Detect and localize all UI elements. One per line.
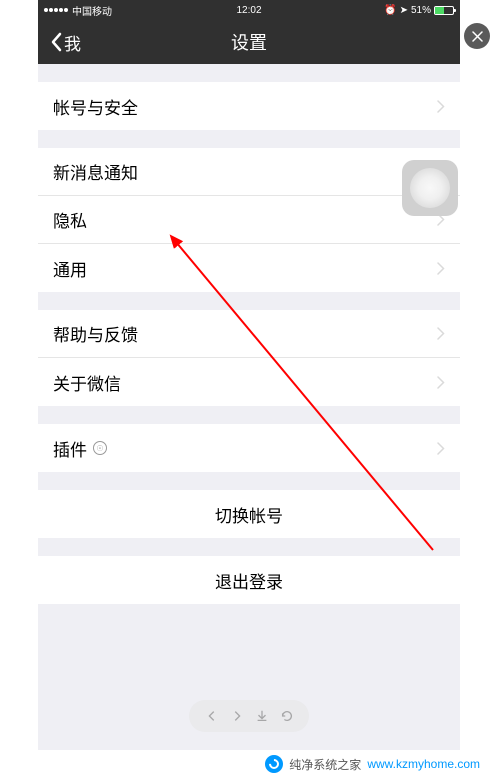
status-bar: 中国移动 12:02 ⏰ ➤ 51% [38, 0, 460, 20]
cell-privacy[interactable]: 隐私 [38, 196, 460, 244]
cell-help-feedback[interactable]: 帮助与反馈 [38, 310, 460, 358]
status-left: 中国移动 [44, 3, 112, 18]
chevron-left-icon [50, 32, 62, 52]
section-plugins: 插件 ☉ [38, 424, 460, 472]
nav-bar: 我 设置 [38, 20, 460, 64]
close-button[interactable] [464, 23, 490, 49]
carrier-label: 中国移动 [72, 3, 112, 18]
bottom-toolbar [189, 700, 309, 732]
cell-label: 插件 [53, 436, 87, 461]
time-label: 12:02 [236, 5, 261, 16]
section-help: 帮助与反馈 关于微信 [38, 310, 460, 406]
watermark-url: www.kzmyhome.com [367, 757, 480, 771]
back-button[interactable]: 我 [50, 30, 81, 55]
cell-switch-account[interactable]: 切换帐号 [38, 490, 460, 538]
cell-about-wechat[interactable]: 关于微信 [38, 358, 460, 406]
status-right: ⏰ ➤ 51% [384, 5, 454, 16]
cell-label: 帐号与安全 [53, 94, 437, 119]
alarm-icon: ⏰ [384, 5, 396, 16]
cell-notifications[interactable]: 新消息通知 [38, 148, 460, 196]
cell-label: 切换帐号 [215, 502, 283, 527]
cell-label: 关于微信 [53, 370, 437, 395]
section-switch: 切换帐号 [38, 490, 460, 538]
chevron-right-icon [437, 262, 445, 275]
section-logout: 退出登录 [38, 556, 460, 604]
chevron-right-icon [437, 100, 445, 113]
signal-icon [44, 8, 68, 12]
chevron-right-icon [437, 442, 445, 455]
cell-plugins[interactable]: 插件 ☉ [38, 424, 460, 472]
content-area: 帐号与安全 新消息通知 隐私 通用 帮助与反馈 [38, 64, 460, 604]
chevron-right-icon [437, 327, 445, 340]
cell-account-security[interactable]: 帐号与安全 [38, 82, 460, 130]
section-account: 帐号与安全 [38, 82, 460, 130]
lightbulb-icon: ☉ [93, 441, 107, 455]
page-title: 设置 [231, 29, 267, 55]
cell-logout[interactable]: 退出登录 [38, 556, 460, 604]
watermark: 纯净系统之家 www.kzmyhome.com [0, 750, 500, 778]
watermark-logo-icon [265, 755, 283, 773]
cell-label: 新消息通知 [53, 159, 437, 184]
battery-icon [434, 6, 454, 15]
forward-arrow-icon[interactable] [230, 709, 244, 723]
download-icon[interactable] [255, 709, 269, 723]
back-arrow-icon[interactable] [205, 709, 219, 723]
location-icon: ➤ [400, 5, 408, 16]
phone-screen: 中国移动 12:02 ⏰ ➤ 51% 我 设置 帐号与安全 [38, 0, 460, 750]
back-label: 我 [64, 30, 81, 55]
battery-percent: 51% [411, 5, 431, 16]
assistive-touch-icon [410, 168, 450, 208]
close-icon [472, 31, 483, 42]
section-preferences: 新消息通知 隐私 通用 [38, 148, 460, 292]
cell-label: 隐私 [53, 207, 437, 232]
cell-label: 退出登录 [215, 568, 283, 593]
assistive-touch-button[interactable] [402, 160, 458, 216]
chevron-right-icon [437, 376, 445, 389]
cell-general[interactable]: 通用 [38, 244, 460, 292]
watermark-text: 纯净系统之家 [289, 756, 361, 773]
cell-label: 通用 [53, 256, 437, 281]
refresh-icon[interactable] [280, 709, 294, 723]
cell-label: 帮助与反馈 [53, 321, 437, 346]
